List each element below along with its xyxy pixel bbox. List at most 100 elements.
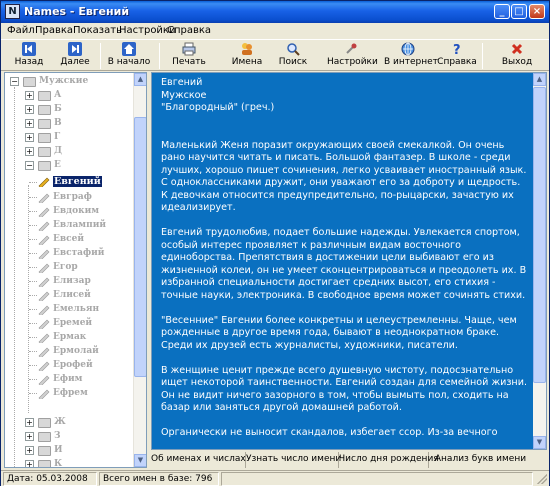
help-button[interactable]: ? Справка (437, 41, 477, 71)
scroll-thumb[interactable] (533, 87, 546, 383)
settings-button[interactable]: Настройки (327, 41, 378, 71)
tab-birthday-number[interactable]: Число дня рождения (339, 452, 439, 468)
tree-node-letter[interactable]: + Г (25, 131, 125, 145)
printer-icon (182, 42, 196, 56)
scroll-down-arrow-icon[interactable]: ▼ (533, 436, 546, 449)
tree-item-name[interactable]: Евграф (29, 191, 129, 205)
tree-item-selected[interactable]: Евгений (29, 176, 129, 190)
tab-names-numbers[interactable]: Об именах и числах (151, 452, 246, 468)
description-text: Евгений Мужское "Благородный" (греч.) Ма… (161, 77, 529, 449)
print-button[interactable]: Печать (169, 41, 209, 71)
expand-toggle[interactable]: + (25, 147, 34, 156)
tree-node-male[interactable]: − Мужские (10, 75, 130, 89)
description-paragraph: Органически не выносит скандалов, избега… (161, 427, 498, 438)
status-name-count: Всего имен в базе: 796 (99, 472, 219, 486)
tree-item-name[interactable]: Елизар (29, 275, 129, 289)
folder-icon (38, 432, 51, 442)
description-paragraph: Маленький Женя поразит окружающих своей … (161, 139, 527, 214)
forward-arrow-icon (68, 42, 82, 56)
scroll-down-arrow-icon[interactable]: ▼ (134, 454, 146, 467)
tree-item-name[interactable]: Ефим (29, 373, 129, 387)
tree-connector (29, 211, 37, 212)
name-description-panel[interactable]: Евгений Мужское "Благородный" (греч.) Ма… (151, 72, 547, 450)
tree-node-letter[interactable]: + А (25, 89, 125, 103)
expand-toggle[interactable]: + (25, 91, 34, 100)
pencil-icon (38, 333, 50, 343)
tree-node-letter[interactable]: + Д (25, 145, 125, 159)
expand-toggle[interactable]: + (25, 105, 34, 114)
internet-button[interactable]: В интернет (384, 41, 438, 71)
tree-item-name[interactable]: Ермак (29, 331, 129, 345)
tree-item-name[interactable]: Евстафий (29, 247, 129, 261)
tree-connector (29, 309, 37, 310)
toolbar-separator (159, 43, 160, 69)
pencil-icon (38, 235, 50, 245)
tree-item-name[interactable]: Ерофей (29, 359, 129, 373)
tree-item-name[interactable]: Егор (29, 261, 129, 275)
scroll-up-arrow-icon[interactable]: ▲ (134, 73, 146, 86)
toolbar: Назад Далее В начало Печать Имена Поиск … (1, 39, 549, 71)
tab-name-number[interactable]: Узнать число имени (246, 452, 341, 468)
pencil-icon (38, 277, 50, 287)
tree-connector (29, 281, 37, 282)
tree-item-name[interactable]: Евсей (29, 233, 129, 247)
tree-node-letter[interactable]: + И (25, 444, 125, 458)
tab-letter-analysis[interactable]: Анализ букв имени (429, 452, 532, 468)
exit-button[interactable]: Выход (497, 41, 537, 71)
tree-item-name[interactable]: Елисей (29, 289, 129, 303)
tree-scrollbar[interactable]: ▲ ▼ (133, 73, 146, 467)
tree-item-name[interactable]: Емельян (29, 303, 129, 317)
title-bar[interactable]: N Names - Евгений _ □ × (1, 1, 549, 23)
tree-item-name[interactable]: Евдоким (29, 205, 129, 219)
scroll-thumb[interactable] (134, 117, 146, 377)
tree-node-letter-open[interactable]: − Е (25, 159, 125, 173)
pencil-icon (38, 347, 50, 357)
names-button[interactable]: Имена (227, 41, 267, 71)
expand-toggle[interactable]: + (25, 133, 34, 142)
menu-file[interactable]: Файл (7, 25, 35, 36)
minimize-button[interactable]: _ (494, 4, 510, 19)
pencil-icon (38, 291, 50, 301)
next-button[interactable]: Далее (55, 41, 95, 71)
pencil-icon (38, 193, 50, 203)
tools-icon (346, 43, 357, 54)
tree-item-name[interactable]: Евлампий (29, 219, 129, 233)
expand-toggle[interactable]: + (25, 460, 34, 467)
menu-help[interactable]: Справка (167, 25, 211, 36)
tree-connector (29, 197, 37, 198)
resize-grip-icon[interactable] (537, 474, 547, 484)
tree-node-letter[interactable]: + З (25, 430, 125, 444)
status-bar: Дата: 05.03.2008 Всего имен в базе: 796 (1, 470, 549, 486)
expand-toggle[interactable]: + (25, 446, 34, 455)
close-button[interactable]: × (529, 4, 545, 19)
tree-item-name[interactable]: Еремей (29, 317, 129, 331)
start-button[interactable]: В начало (105, 41, 153, 71)
tree-node-letter[interactable]: + Ж (25, 416, 125, 430)
tree-item-name[interactable]: Ермолай (29, 345, 129, 359)
menu-edit[interactable]: Правка (35, 25, 73, 36)
expand-toggle[interactable]: + (25, 119, 34, 128)
back-arrow-icon (22, 42, 36, 56)
status-empty-panel (221, 472, 533, 486)
names-tree[interactable]: − Мужские + А + Б + В + Г + Д − Е Евгени… (4, 72, 147, 468)
description-paragraph: "Весенние" Евгении более конкретны и цел… (161, 314, 517, 351)
maximize-button[interactable]: □ (511, 4, 527, 19)
pencil-icon (38, 305, 50, 315)
collapse-toggle[interactable]: − (10, 77, 19, 86)
expand-toggle[interactable]: + (25, 418, 34, 427)
tree-item-name[interactable]: Ефрем (29, 387, 129, 401)
content-scrollbar[interactable]: ▲ ▼ (533, 73, 546, 449)
tree-node-letter[interactable]: + Б (25, 103, 125, 117)
expand-toggle[interactable]: + (25, 432, 34, 441)
pencil-icon (38, 207, 50, 217)
toolbar-separator (100, 43, 101, 69)
scroll-up-arrow-icon[interactable]: ▲ (533, 73, 546, 86)
back-button[interactable]: Назад (9, 41, 49, 71)
collapse-toggle[interactable]: − (25, 161, 34, 170)
menu-view[interactable]: Показать (73, 25, 122, 36)
pencil-icon (38, 389, 50, 399)
toolbar-separator (482, 43, 483, 69)
tree-node-letter[interactable]: + К (25, 458, 125, 467)
search-button[interactable]: Поиск (275, 41, 311, 71)
tree-node-letter[interactable]: + В (25, 117, 125, 131)
